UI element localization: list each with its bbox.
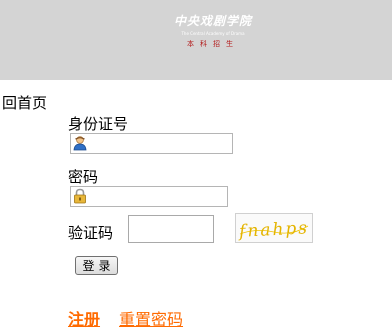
- captcha-image[interactable]: fnahps: [235, 213, 313, 243]
- reset-password-link[interactable]: 重置密码: [119, 306, 183, 330]
- captcha-input[interactable]: [128, 215, 214, 243]
- register-link[interactable]: 注册: [68, 306, 100, 330]
- logo-chinese-name: 中央戏剧学院: [173, 14, 252, 28]
- captcha-text: fnahps: [237, 218, 310, 242]
- lock-icon: [72, 188, 88, 204]
- user-icon: [72, 135, 88, 151]
- logo-english-name: The Central Academy of Drama: [181, 31, 245, 36]
- login-button[interactable]: 登录: [75, 256, 118, 275]
- logo-subtitle: 本科招生: [187, 40, 239, 48]
- id-number-label: 身份证号: [68, 115, 129, 133]
- captcha-label: 验证码: [68, 224, 114, 242]
- back-home-link[interactable]: 回首页: [2, 92, 47, 113]
- password-label: 密码: [68, 168, 99, 186]
- password-input[interactable]: [70, 186, 228, 207]
- school-logo: 中央戏剧学院 The Central Academy of Drama 本科招生: [168, 14, 258, 58]
- id-number-input[interactable]: [70, 133, 233, 154]
- header-banner: 中央戏剧学院 The Central Academy of Drama 本科招生: [0, 0, 392, 80]
